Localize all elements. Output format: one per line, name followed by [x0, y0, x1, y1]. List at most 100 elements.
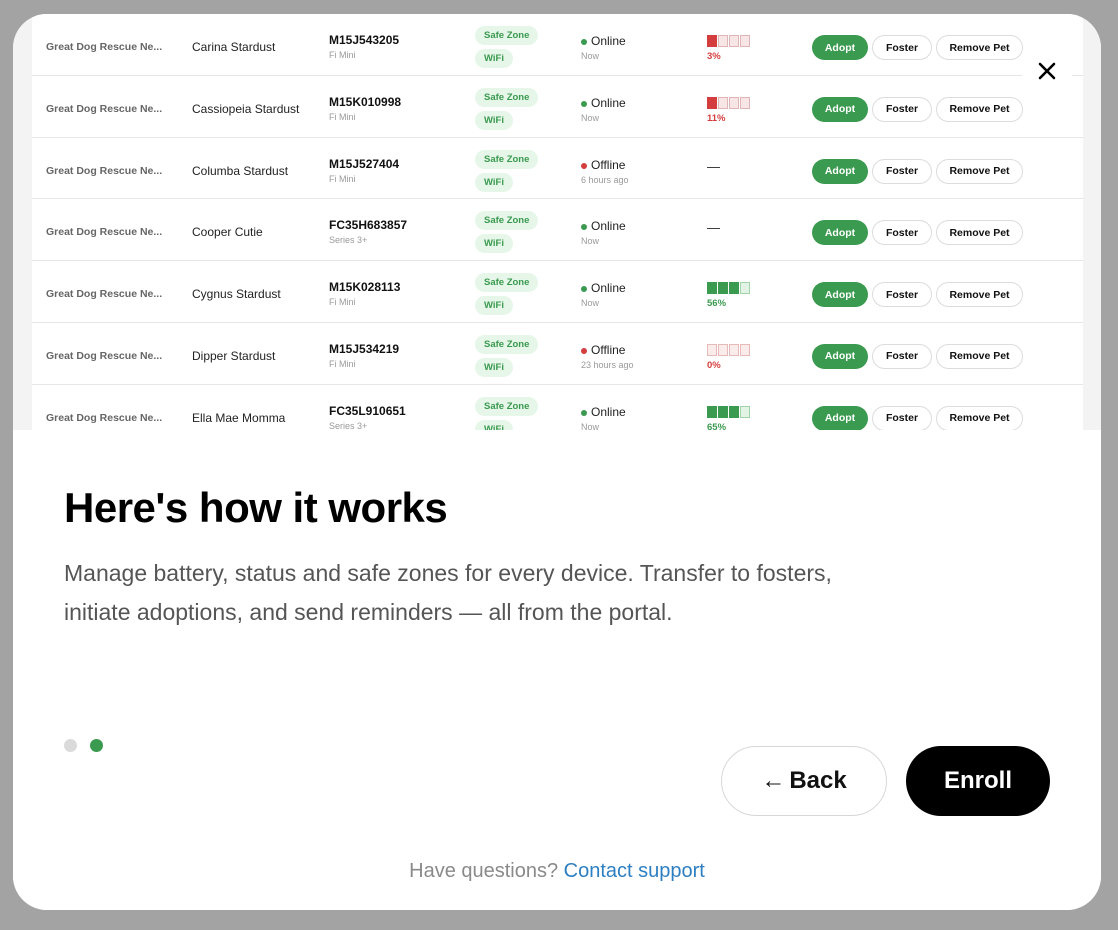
safe-zone-badge: Safe Zone [475, 26, 539, 45]
battery-percent: 65% [707, 421, 727, 430]
battery-segment [707, 282, 717, 295]
device-serial: M15J534219 [329, 341, 400, 356]
table-row: Great Dog Rescue Ne... Columba Stardust … [32, 138, 1083, 200]
back-label: Back [789, 767, 847, 794]
battery-segment [740, 96, 750, 109]
device-model: Fi Mini [329, 50, 356, 60]
foster-button[interactable]: Foster [872, 158, 932, 184]
remove-pet-button[interactable]: Remove Pet [936, 96, 1023, 122]
adopt-button[interactable]: Adopt [812, 405, 868, 430]
device-serial: M15J527404 [329, 156, 400, 171]
enroll-button[interactable]: Enroll [906, 746, 1050, 816]
safe-zone-badge: Safe Zone [475, 273, 539, 293]
pagination-dot[interactable] [64, 739, 77, 752]
table-row: Great Dog Rescue Ne... Cygnus Stardust M… [32, 261, 1083, 323]
status-dot-icon [581, 347, 587, 354]
close-button[interactable] [1022, 52, 1072, 90]
status-label: Online [591, 281, 626, 296]
remove-pet-button[interactable]: Remove Pet [936, 158, 1023, 184]
remove-pet-button[interactable]: Remove Pet [936, 35, 1023, 60]
portal-preview: Great Dog Rescue Ne... Carina Stardust M… [13, 14, 1101, 430]
remove-pet-button[interactable]: Remove Pet [936, 405, 1023, 430]
status-label: Online [591, 404, 626, 419]
foster-button[interactable]: Foster [872, 35, 932, 60]
device-serial: M15J543205 [329, 33, 400, 47]
battery-segment [729, 35, 739, 47]
status-dot-icon [581, 409, 587, 416]
device-serial: FC35H683857 [329, 218, 408, 233]
status-dot-icon [581, 39, 587, 45]
adopt-button[interactable]: Adopt [812, 96, 868, 122]
wifi-badge: WiFi [475, 357, 513, 377]
adopt-button[interactable]: Adopt [812, 282, 868, 308]
battery-segment [740, 405, 750, 418]
wifi-badge: WiFi [475, 419, 513, 430]
safe-zone-badge: Safe Zone [475, 149, 539, 169]
pet-name: Cooper Cutie [192, 225, 263, 240]
remove-pet-button[interactable]: Remove Pet [936, 220, 1023, 246]
foster-button[interactable]: Foster [872, 282, 932, 308]
pagination-dot[interactable] [90, 739, 103, 752]
battery-empty-dash: — [707, 158, 720, 174]
adopt-button[interactable]: Adopt [812, 343, 868, 369]
adopt-button[interactable]: Adopt [812, 35, 868, 60]
battery-segment [729, 282, 739, 295]
device-model: Fi Mini [329, 173, 356, 184]
table-row: Great Dog Rescue Ne... Cooper Cutie FC35… [32, 199, 1083, 262]
table-row: Great Dog Rescue Ne... Ella Mae Momma FC… [32, 385, 1083, 430]
last-seen: Now [581, 51, 600, 61]
remove-pet-button[interactable]: Remove Pet [936, 282, 1023, 308]
device-model: Fi Mini [329, 358, 356, 369]
battery-segment [707, 96, 717, 109]
battery-segment [707, 35, 717, 47]
pagination-dots [64, 739, 103, 752]
foster-button[interactable]: Foster [872, 220, 932, 246]
battery-percent: 56% [707, 298, 727, 310]
adopt-button[interactable]: Adopt [812, 158, 868, 184]
device-model: Series 3+ [329, 420, 368, 430]
back-button[interactable]: ← Back [721, 746, 887, 816]
organization-name: Great Dog Rescue Ne... [46, 349, 163, 362]
status-label: Offline [591, 157, 626, 172]
device-model: Fi Mini [329, 297, 356, 308]
organization-name: Great Dog Rescue Ne... [46, 164, 163, 177]
device-model: Fi Mini [329, 111, 356, 122]
battery-segment [729, 96, 739, 109]
battery-bar [707, 96, 750, 109]
remove-pet-button[interactable]: Remove Pet [936, 343, 1023, 369]
last-seen: 6 hours ago [581, 174, 629, 185]
status-dot-icon [581, 162, 587, 169]
status-label: Online [591, 95, 626, 110]
last-seen: Now [581, 421, 600, 430]
device-serial: M15K028113 [329, 280, 401, 295]
battery-percent: 0% [707, 359, 721, 371]
onboarding-modal: Great Dog Rescue Ne... Carina Stardust M… [13, 14, 1101, 910]
battery-segment [707, 405, 717, 418]
battery-segment [729, 343, 739, 356]
pet-name: Cassiopeia Stardust [192, 101, 300, 116]
battery-percent: 11% [707, 112, 726, 124]
safe-zone-badge: Safe Zone [475, 87, 539, 107]
organization-name: Great Dog Rescue Ne... [46, 411, 163, 424]
help-text: Have questions? Contact support [13, 860, 1101, 883]
modal-title: Here's how it works [64, 484, 448, 531]
wifi-badge: WiFi [475, 172, 513, 192]
battery-segment [718, 35, 728, 47]
battery-bar [707, 343, 750, 356]
last-seen: 23 hours ago [581, 359, 634, 370]
last-seen: Now [581, 112, 600, 123]
battery-bar [707, 35, 750, 47]
battery-segment [729, 405, 739, 418]
foster-button[interactable]: Foster [872, 96, 932, 122]
table-row: Great Dog Rescue Ne... Carina Stardust M… [32, 14, 1083, 76]
foster-button[interactable]: Foster [872, 405, 932, 430]
battery-segment [718, 96, 728, 109]
wifi-badge: WiFi [475, 296, 513, 316]
foster-button[interactable]: Foster [872, 343, 932, 369]
last-seen: Now [581, 298, 600, 309]
safe-zone-badge: Safe Zone [475, 211, 539, 231]
adopt-button[interactable]: Adopt [812, 220, 868, 246]
contact-support-link[interactable]: Contact support [564, 860, 705, 882]
help-question: Have questions? [409, 860, 559, 882]
device-serial: M15K010998 [329, 94, 402, 109]
